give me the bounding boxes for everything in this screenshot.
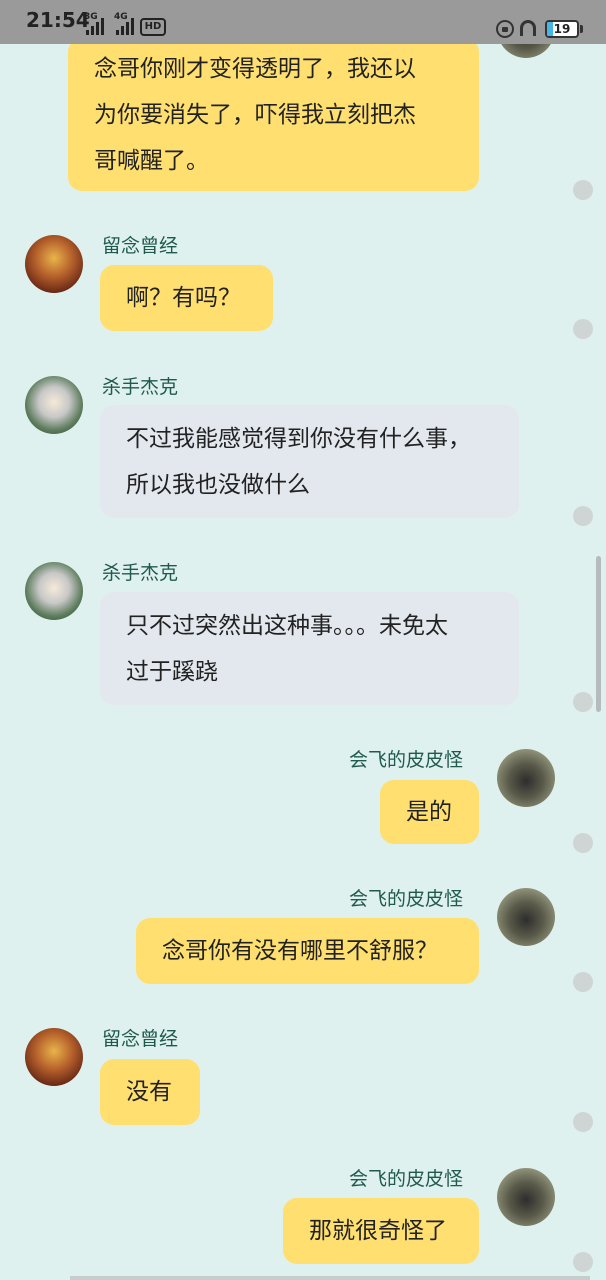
message-line: 念哥你有没有哪里不舒服？ xyxy=(162,938,438,964)
scrollbar[interactable] xyxy=(596,556,601,712)
status-dot xyxy=(573,833,593,853)
sender-name: 会飞的皮皮怪 xyxy=(349,888,464,910)
message-line: 不过我能感觉得到你没有什么事， xyxy=(126,426,471,452)
sender-name: 会飞的皮皮怪 xyxy=(349,749,464,771)
sender-name: 杀手杰克 xyxy=(102,376,179,398)
message-line: 只不过突然出这种事。。。未免太 xyxy=(126,613,448,639)
status-bar: 21:54 3G 4G HD 19 xyxy=(0,0,606,44)
message-line: 为你要消失了，吓得我立刻把杰 xyxy=(94,102,416,128)
headset-icon xyxy=(520,20,536,36)
message-bubble[interactable]: 只不过突然出这种事。。。未免太 过于蹊跷 xyxy=(100,592,519,705)
input-bar-edge xyxy=(70,1276,590,1280)
battery-nub xyxy=(580,25,583,33)
status-dot xyxy=(573,1112,593,1132)
sender-name: 杀手杰克 xyxy=(102,562,179,584)
status-dot xyxy=(573,972,593,992)
status-time: 21:54 xyxy=(26,8,90,32)
message-line: 所以我也没做什么 xyxy=(126,472,310,498)
avatar[interactable] xyxy=(25,235,83,293)
message-bubble[interactable]: 念哥你有没有哪里不舒服？ xyxy=(136,918,479,984)
signal-icon xyxy=(116,18,134,35)
battery-icon: 19 xyxy=(545,20,579,38)
signal-icon xyxy=(86,18,104,35)
status-dot xyxy=(573,1252,593,1272)
message-bubble[interactable]: 念哥你刚才变得透明了，我还以 为你要消失了，吓得我立刻把杰 哥喊醒了。 xyxy=(68,38,479,191)
avatar[interactable] xyxy=(25,1028,83,1086)
sender-name: 留念曾经 xyxy=(102,235,179,257)
message-line: 啊？有吗？ xyxy=(126,285,241,311)
message-line: 那就很奇怪了 xyxy=(309,1218,447,1244)
message-line: 念哥你刚才变得透明了，我还以 xyxy=(94,56,416,82)
message-bubble[interactable]: 啊？有吗？ xyxy=(100,265,273,331)
status-dot xyxy=(573,319,593,339)
status-dot xyxy=(573,180,593,200)
message-line: 是的 xyxy=(406,799,452,825)
status-dot xyxy=(573,692,593,712)
message-line: 过于蹊跷 xyxy=(126,659,218,685)
battery-level: 19 xyxy=(553,22,571,36)
message-bubble[interactable]: 不过我能感觉得到你没有什么事， 所以我也没做什么 xyxy=(100,405,519,518)
avatar[interactable] xyxy=(497,1168,555,1226)
chat-area[interactable]: 念哥你刚才变得透明了，我还以 为你要消失了，吓得我立刻把杰 哥喊醒了。 留念曾经… xyxy=(0,0,606,1280)
rotation-lock-icon xyxy=(496,20,514,38)
avatar[interactable] xyxy=(25,562,83,620)
status-dot xyxy=(573,506,593,526)
message-bubble[interactable]: 那就很奇怪了 xyxy=(283,1198,479,1264)
message-bubble[interactable]: 没有 xyxy=(100,1059,200,1125)
avatar[interactable] xyxy=(25,376,83,434)
avatar[interactable] xyxy=(497,749,555,807)
sender-name: 留念曾经 xyxy=(102,1028,179,1050)
message-line: 哥喊醒了。 xyxy=(94,148,209,174)
message-line: 没有 xyxy=(126,1079,172,1105)
avatar[interactable] xyxy=(497,888,555,946)
hd-icon: HD xyxy=(140,18,166,36)
message-bubble[interactable]: 是的 xyxy=(380,780,479,844)
sender-name: 会飞的皮皮怪 xyxy=(349,1168,464,1190)
